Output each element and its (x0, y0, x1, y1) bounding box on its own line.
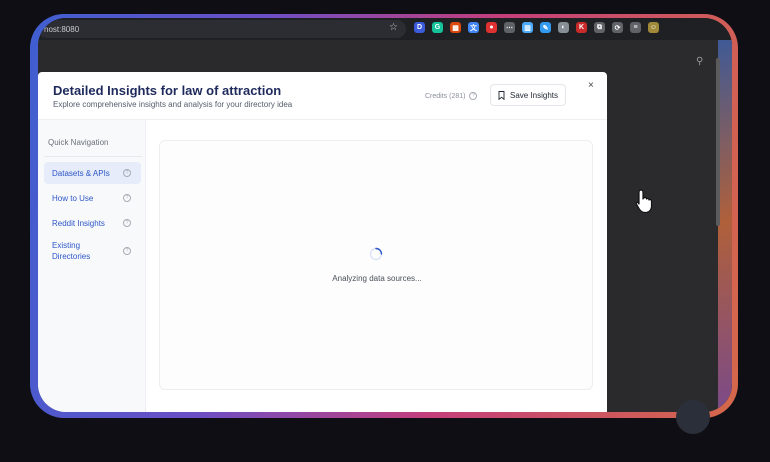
credits-help-icon[interactable]: ? (469, 92, 478, 100)
modal-subtitle: Explore comprehensive insights and analy… (53, 100, 293, 109)
circle-icon[interactable]: ◐ (558, 22, 569, 33)
grid-icon[interactable]: ▥ (522, 22, 533, 33)
loading-spinner-icon (369, 247, 383, 261)
bookmark-icon (498, 90, 505, 100)
extensions-row: D G ▦ 文 ● ⋯ ▥ ✎ ◐ K ⧉ ⟳ ≡ ☺ (414, 22, 659, 33)
bookmark-star-icon[interactable]: ☆ (389, 23, 398, 33)
sidebar-item-how-to-use[interactable]: How to Use ? (44, 187, 141, 209)
pen-icon[interactable]: ✎ (540, 22, 551, 33)
translate-icon[interactable]: 文 (468, 22, 479, 33)
save-insights-button[interactable]: Save Insights (490, 84, 566, 106)
sidebar-item-reddit-insights[interactable]: Reddit Insights ? (44, 212, 141, 234)
dots-icon[interactable]: ⋯ (504, 22, 515, 33)
insights-modal: Detailed Insights for law of attraction … (38, 72, 607, 412)
close-icon[interactable]: × (588, 80, 594, 91)
puzzle-icon[interactable]: ⧉ (594, 22, 605, 33)
d-extension-icon[interactable]: D (414, 22, 425, 33)
k-extension-icon[interactable]: K (576, 22, 587, 33)
sidebar-item-label: Datasets & APIs (52, 168, 110, 178)
help-icon[interactable]: ? (123, 219, 131, 227)
page-right-panel (640, 40, 718, 412)
sidebar-item-label: Reddit Insights (52, 218, 105, 228)
grammarly-icon[interactable]: G (432, 22, 443, 33)
sync-icon[interactable]: ⟳ (612, 22, 623, 33)
modal-title: Detailed Insights for law of attraction (53, 83, 282, 98)
save-insights-label: Save Insights (509, 90, 559, 100)
chat-widget-button[interactable] (676, 400, 710, 434)
pokeball-icon[interactable]: ● (486, 22, 497, 33)
browser-toolbar: host:8080 ☆ D G ▦ 文 ● ⋯ ▥ ✎ ◐ K ⧉ ⟳ ≡ ☺ (38, 18, 732, 40)
profile-avatar-icon[interactable]: ☺ (648, 22, 659, 33)
loading-text: Analyzing data sources... (332, 274, 422, 283)
url-text: host:8080 (44, 24, 80, 34)
modal-header: Detailed Insights for law of attraction … (38, 72, 607, 120)
queue-icon[interactable]: ≡ (630, 22, 641, 33)
help-icon[interactable]: ? (123, 247, 131, 255)
insights-content-panel: Analyzing data sources... (159, 140, 593, 390)
help-icon[interactable]: ? (123, 169, 131, 177)
credits-indicator: Credits (281) ? (425, 92, 478, 100)
sidebar-item-datasets-apis[interactable]: Datasets & APIs ? (44, 162, 141, 184)
sidebar-item-label: How to Use (52, 193, 94, 203)
sidebar-item-existing-directories[interactable]: Existing Directories ? (44, 238, 141, 264)
sidebar-divider (44, 156, 142, 157)
screen: host:8080 ☆ D G ▦ 文 ● ⋯ ▥ ✎ ◐ K ⧉ ⟳ ≡ ☺ ⚲ Detailed In… (38, 18, 732, 412)
hand-cursor-icon (635, 189, 653, 214)
quick-navigation-title: Quick Navigation (48, 138, 109, 147)
user-icon[interactable]: ⚲ (696, 56, 703, 67)
address-bar[interactable]: host:8080 ☆ (38, 20, 406, 38)
colorpick-icon[interactable]: ▦ (450, 22, 461, 33)
help-icon[interactable]: ? (123, 194, 131, 202)
quick-navigation-sidebar: Quick Navigation Datasets & APIs ? How t… (38, 120, 146, 412)
sidebar-item-label: Existing Directories (52, 241, 91, 261)
credits-text: Credits (281) (425, 92, 466, 100)
scrollbar-thumb[interactable] (716, 58, 720, 226)
